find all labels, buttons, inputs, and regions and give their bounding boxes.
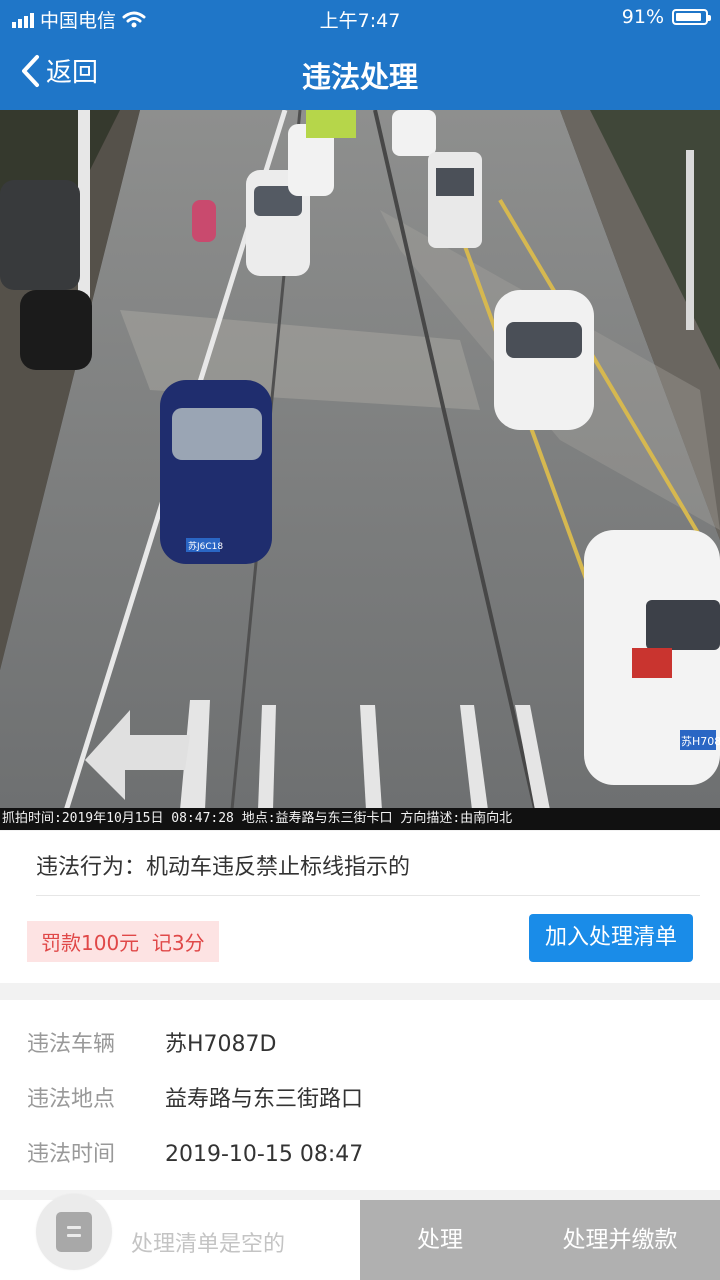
status-bar: 中国电信 上午7:47 91% [0, 0, 720, 38]
nav-bar: 返回 违法处理 [0, 38, 720, 110]
time-label: 违法时间 [27, 1142, 116, 1167]
process-button[interactable]: 处理 [360, 1200, 520, 1280]
status-right: 91% [621, 6, 711, 28]
detail-row-vehicle: 违法车辆 苏H7087D [27, 1026, 276, 1058]
time-value: 2019-10-15 08:47 [165, 1142, 364, 1167]
vehicle-value: 苏H7087D [165, 1032, 277, 1057]
plate-rear-label: 苏H7087D [681, 735, 720, 748]
empty-list-text: 处理清单是空的 [131, 1232, 286, 1257]
location-value: 益寿路与东三街路口 [165, 1087, 364, 1112]
violation-behavior: 违法行为：机动车违反禁止标线指示的 [36, 855, 411, 880]
add-to-list-button[interactable]: 加入处理清单 [529, 914, 693, 962]
vehicle-label: 违法车辆 [27, 1032, 116, 1057]
road-scene-image: 苏J6C18 苏H7087D [0, 110, 720, 830]
process-and-pay-button[interactable]: 处理并缴款 [520, 1200, 720, 1280]
list-doc-icon [56, 1212, 92, 1252]
violation-details: 违法车辆 苏H7087D 违法地点 益寿路与东三街路口 违法时间 2019-10-15… [0, 1000, 720, 1190]
violation-card: 违法行为：机动车违反禁止标线指示的 罚款100元 记3分 加入处理清单 [0, 831, 720, 983]
bottom-action-bar: 处理清单是空的 处理 处理并缴款 [0, 1194, 720, 1280]
penalty-badge: 罚款100元 记3分 [27, 921, 219, 962]
detail-row-time: 违法时间 2019-10-15 08:47 [27, 1136, 363, 1168]
violation-photo[interactable]: 苏J6C18 苏H7087D 抓拍时间:2019年10月15日 08:47:28… [0, 110, 720, 830]
battery-icon [672, 9, 711, 25]
location-label: 违法地点 [27, 1087, 116, 1112]
status-time: 上午7:47 [319, 10, 401, 32]
detail-row-location: 违法地点 益寿路与东三街路口 [27, 1081, 363, 1113]
page-title: 违法处理 [301, 60, 418, 94]
divider [36, 895, 700, 896]
battery-percent: 91% [621, 6, 664, 28]
plate-front-label: 苏J6C18 [188, 540, 223, 552]
photo-caption: 抓拍时间:2019年10月15日 08:47:28 地点:益寿路与东三街卡口 方… [0, 808, 720, 830]
process-list-button[interactable] [36, 1194, 112, 1270]
